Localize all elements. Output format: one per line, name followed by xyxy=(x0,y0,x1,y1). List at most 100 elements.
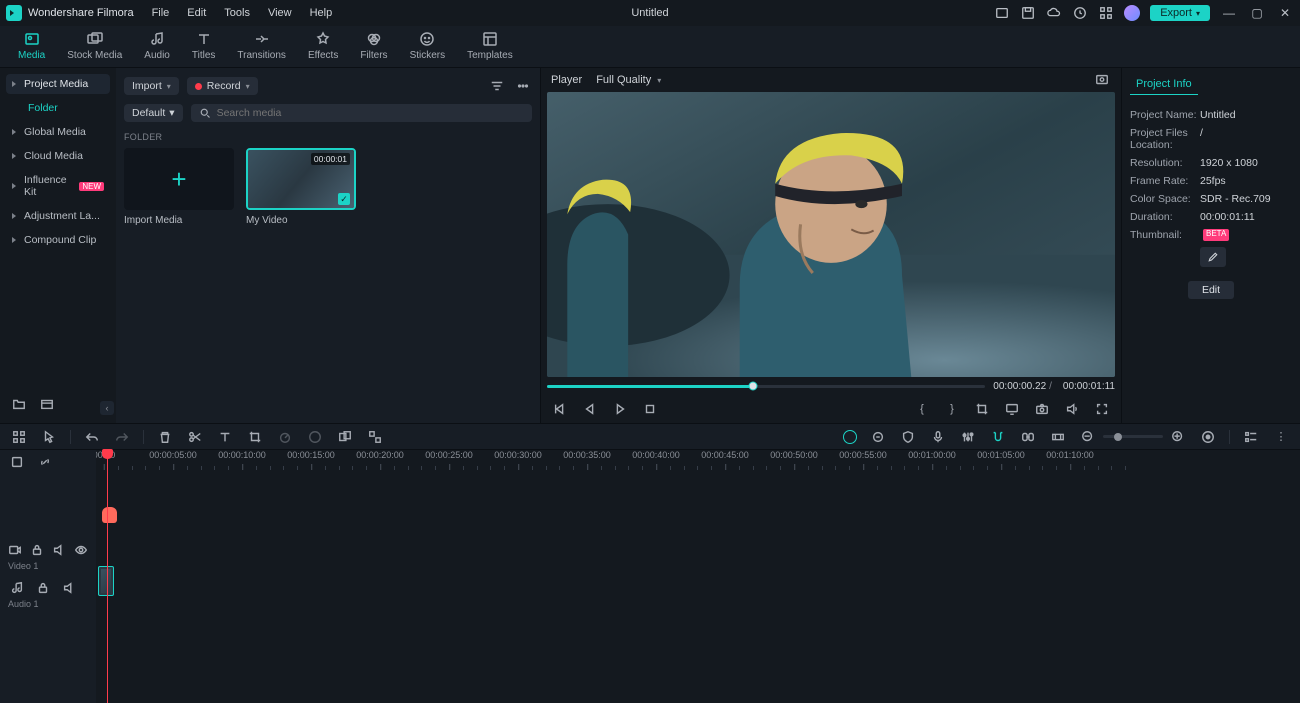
mark-in-button[interactable]: { xyxy=(913,400,931,418)
menu-tools[interactable]: Tools xyxy=(224,7,250,19)
quality-dropdown[interactable]: Full Quality▾ xyxy=(596,74,661,86)
lock-icon[interactable] xyxy=(34,579,52,597)
media-clip-tile[interactable]: 00:00:01 ✓ xyxy=(246,148,356,210)
export-button[interactable]: Export▾ xyxy=(1150,5,1210,21)
mute-icon[interactable] xyxy=(52,541,66,559)
link-icon[interactable] xyxy=(1019,428,1037,446)
scrub-knob[interactable] xyxy=(748,382,757,391)
import-media-tile[interactable]: + xyxy=(124,148,234,210)
menu-view[interactable]: View xyxy=(268,7,292,19)
record-dropdown[interactable]: Record▾ xyxy=(187,77,258,95)
visibility-icon[interactable] xyxy=(74,541,88,559)
sidebar-item-folder[interactable]: Folder xyxy=(22,98,110,118)
edit-button[interactable]: Edit xyxy=(1188,281,1234,299)
sidebar-item-global-media[interactable]: Global Media xyxy=(6,122,110,142)
sidebar-item-compound-clip[interactable]: Compound Clip xyxy=(6,230,110,250)
sidebar-item-project-media[interactable]: Project Media xyxy=(6,74,110,94)
maximize-button[interactable]: ▢ xyxy=(1248,6,1266,20)
sort-dropdown[interactable]: Default▾ xyxy=(124,104,183,122)
speed-button[interactable] xyxy=(276,428,294,446)
tab-project-info[interactable]: Project Info xyxy=(1130,74,1198,95)
avatar[interactable] xyxy=(1124,5,1140,21)
zoom-slider[interactable] xyxy=(1103,435,1163,438)
player-tab[interactable]: Player xyxy=(551,74,582,86)
new-bin-icon[interactable] xyxy=(38,395,56,413)
mark-out-button[interactable]: } xyxy=(943,400,961,418)
prev-frame-button[interactable] xyxy=(551,400,569,418)
search-input-wrap[interactable] xyxy=(191,104,532,122)
layout-icon[interactable] xyxy=(994,5,1010,21)
range-icon[interactable] xyxy=(1049,428,1067,446)
magnet-marker[interactable] xyxy=(102,507,117,523)
redo-button[interactable] xyxy=(113,428,131,446)
timeline-view-icon[interactable] xyxy=(1242,428,1260,446)
tab-effects[interactable]: Effects xyxy=(304,27,342,67)
sidebar-item-cloud-media[interactable]: Cloud Media xyxy=(6,146,110,166)
menu-help[interactable]: Help xyxy=(310,7,333,19)
collapse-sidebar-button[interactable]: ‹ xyxy=(100,401,114,415)
tab-audio[interactable]: Audio xyxy=(140,27,174,67)
minimize-button[interactable]: — xyxy=(1220,6,1238,20)
timeline-body[interactable] xyxy=(96,473,1300,703)
color-button[interactable] xyxy=(306,428,324,446)
tab-media[interactable]: Media xyxy=(14,27,49,67)
group-button[interactable] xyxy=(336,428,354,446)
timeline-more-icon[interactable]: ⋮ xyxy=(1272,428,1290,446)
tab-transitions[interactable]: Transitions xyxy=(233,27,290,67)
tab-stock-media[interactable]: Stock Media xyxy=(63,27,126,67)
volume-icon[interactable] xyxy=(1063,400,1081,418)
tab-templates[interactable]: Templates xyxy=(463,27,517,67)
preview-settings-icon[interactable] xyxy=(1093,71,1111,89)
menu-file[interactable]: File xyxy=(152,7,170,19)
search-input[interactable] xyxy=(217,107,524,119)
tab-stickers[interactable]: Stickers xyxy=(406,27,450,67)
play-reverse-button[interactable] xyxy=(581,400,599,418)
track-link-icon[interactable] xyxy=(36,453,54,471)
crop-icon[interactable] xyxy=(973,400,991,418)
lock-icon[interactable] xyxy=(30,541,44,559)
delete-button[interactable] xyxy=(156,428,174,446)
ungroup-button[interactable] xyxy=(366,428,384,446)
track-pin-icon[interactable] xyxy=(8,453,26,471)
video-preview[interactable] xyxy=(547,92,1115,377)
text-button[interactable] xyxy=(216,428,234,446)
sidebar-item-influence-kit[interactable]: Influence KitNEW xyxy=(6,170,110,202)
sidebar-item-adjustment-layer[interactable]: Adjustment La... xyxy=(6,206,110,226)
filter-icon[interactable] xyxy=(488,77,506,95)
record-indicator-icon[interactable] xyxy=(843,430,857,444)
snap-icon[interactable] xyxy=(989,428,1007,446)
timeline-ruler[interactable]: 00:0000:00:05:0000:00:10:0000:00:15:0000… xyxy=(96,450,1300,473)
play-button[interactable] xyxy=(611,400,629,418)
audio-track-header[interactable]: Audio 1 xyxy=(0,575,96,613)
snapshot-icon[interactable] xyxy=(1033,400,1051,418)
zoom-out-button[interactable] xyxy=(1079,428,1097,446)
timeline-grid-icon[interactable] xyxy=(10,428,28,446)
mute-icon[interactable] xyxy=(60,579,78,597)
menu-edit[interactable]: Edit xyxy=(187,7,206,19)
apps-icon[interactable] xyxy=(1098,5,1114,21)
fullscreen-icon[interactable] xyxy=(1093,400,1111,418)
fit-button[interactable] xyxy=(1199,428,1217,446)
video-track-header[interactable]: Video 1 xyxy=(0,537,96,575)
history-icon[interactable] xyxy=(1072,5,1088,21)
close-button[interactable]: ✕ xyxy=(1276,6,1294,20)
display-icon[interactable] xyxy=(1003,400,1021,418)
cloud-icon[interactable] xyxy=(1046,5,1062,21)
scrub-track[interactable] xyxy=(547,385,985,388)
new-folder-icon[interactable] xyxy=(10,395,28,413)
import-dropdown[interactable]: Import▾ xyxy=(124,77,179,95)
zoom-knob[interactable] xyxy=(1114,433,1122,441)
zoom-in-button[interactable] xyxy=(1169,428,1187,446)
undo-button[interactable] xyxy=(83,428,101,446)
marker-shield-icon[interactable] xyxy=(899,428,917,446)
voiceover-icon[interactable] xyxy=(869,428,887,446)
mic-icon[interactable] xyxy=(929,428,947,446)
split-button[interactable] xyxy=(186,428,204,446)
pointer-icon[interactable] xyxy=(40,428,58,446)
playhead[interactable] xyxy=(107,449,108,703)
more-icon[interactable] xyxy=(514,77,532,95)
thumbnail-edit-button[interactable] xyxy=(1200,247,1226,267)
video-clip[interactable] xyxy=(98,566,114,596)
stop-button[interactable] xyxy=(641,400,659,418)
save-icon[interactable] xyxy=(1020,5,1036,21)
